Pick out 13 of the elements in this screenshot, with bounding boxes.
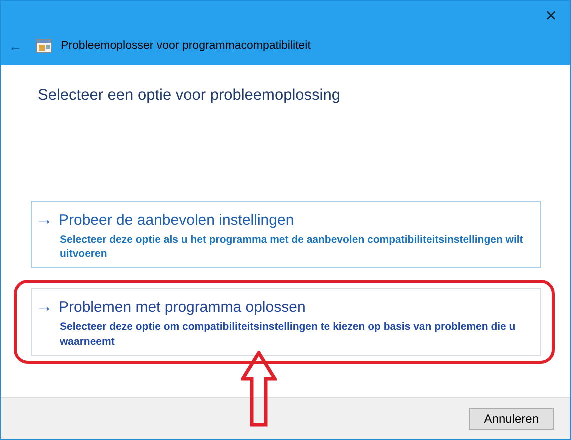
cancel-button[interactable]: Annuleren: [469, 408, 554, 430]
option-description: Selecteer deze optie om compatibiliteitsinstellingen te kiezen op basis van problemen die u waarneemt: [59, 320, 517, 349]
arrow-icon: →: [36, 210, 53, 230]
heading: Selecteer een optie voor probleemoplossing: [37, 87, 342, 105]
option-title: Probeer de aanbevolen instellingen: [59, 212, 294, 228]
app-icon: [36, 39, 52, 53]
option-link[interactable]: → Probeer de aanbevolen instellingen Selecteer deze optie als u het programma met de aanbevolen compatibiliteitsinstellingen wilt uitvoeren: [31, 201, 541, 268]
option-title: Problemen met programma oplossen: [59, 298, 306, 316]
option-link[interactable]: → Problemen met programma oplossen Selecteer deze optie om compatibiliteitsinstellingen te kiezen op basis van problemen die u waarneemt: [31, 288, 541, 356]
window-title: Probleemoplosser voor programmacompatibiliteit: [61, 40, 311, 52]
close-button[interactable]: ✕: [545, 1, 570, 33]
option-description: Selecteer deze optie als u het programma met de aanbevolen compatibiliteitsinstellingen wilt uitvoeren: [59, 233, 524, 262]
arrow-icon: →: [36, 297, 53, 318]
